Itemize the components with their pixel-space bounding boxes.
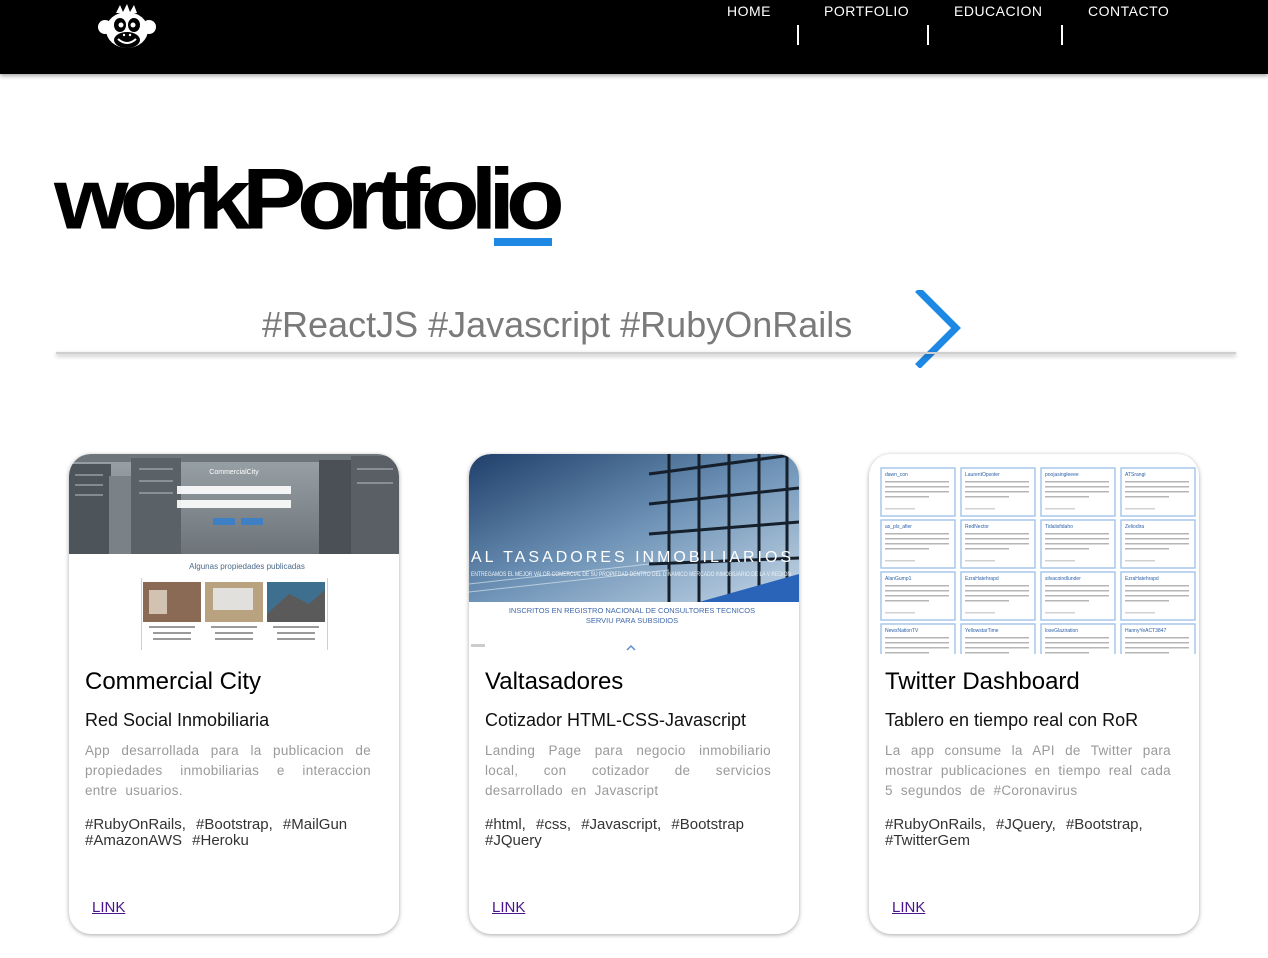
project-screenshot: dawn_con LaurentOpsoter poojasingleeee ATSr… — [869, 454, 1199, 654]
tweet-username: YellowstarTime — [965, 628, 999, 634]
project-description: La app consume la API de Twitter para mo… — [885, 743, 1171, 798]
tweet-card: LaurentOpsoter — [960, 467, 1036, 517]
project-link[interactable]: LINK — [92, 899, 125, 916]
tweet-username: RedNector — [965, 524, 989, 530]
screenshot-tagline: ENTREGAMOS EL MEJOR VALOR COMERCIAL DE S… — [471, 571, 791, 578]
project-title: Valtasadores — [485, 668, 624, 695]
tweet-card: RedNector — [960, 519, 1036, 569]
project-card-valtasadores: AL TASADORES INMOBILIARIOS ENTREGAMOS EL… — [469, 454, 799, 934]
tweet-card: as_pls_afier — [880, 519, 956, 569]
screenshot-caption-1: INSCRITOS EN REGISTRO NACIONAL DE CONSUL… — [509, 606, 755, 615]
tweet-username: LaurentOpsoter — [965, 472, 1000, 478]
screenshot-heading: Algunas propiedades publicadas — [189, 562, 305, 571]
tweet-username: HannyYeACT3847 — [1125, 628, 1166, 634]
project-tags: #RubyOnRails, #JQuery, #Bootstrap, #Twit… — [885, 816, 1143, 849]
project-title: Commercial City — [85, 668, 262, 695]
project-link[interactable]: LINK — [492, 899, 525, 916]
tweet-username: as_pls_afier — [885, 524, 912, 530]
screenshot-brand: CommercialCity — [209, 469, 259, 476]
chevron-right-icon[interactable] — [914, 287, 966, 369]
project-subtitle: Cotizador HTML-CSS-Javascript — [485, 710, 747, 730]
nav-divider — [927, 25, 929, 45]
project-tags: #html, #css, #Javascript, #Bootstrap #JQ… — [485, 816, 744, 849]
tweet-card: ATSrangi — [1120, 467, 1196, 517]
project-screenshot: CommercialCity Algunas propiedades publi… — [69, 454, 399, 654]
nav-divider — [797, 25, 799, 45]
tweet-card: Tidalisfidaho — [1040, 519, 1116, 569]
tweet-card: dawn_con — [880, 467, 956, 517]
tweet-username: dawn_con — [885, 472, 908, 478]
tweet-username: Zeliodira — [1125, 524, 1144, 530]
tweet-card: EzraHatehrapd — [960, 571, 1036, 621]
tweet-username: EzraHatehrapd — [1125, 576, 1159, 582]
tweet-card: poojasingleeee — [1040, 467, 1116, 517]
screenshot-banner: AL TASADORES INMOBILIARIOS — [471, 549, 794, 566]
tweet-card: AlanGump1 — [880, 571, 956, 621]
project-card-commercial-city: CommercialCity Algunas propiedades publi… — [69, 454, 399, 934]
monkey-logo-icon[interactable] — [96, 3, 158, 55]
title-cursor-underscore — [494, 238, 552, 246]
tweet-username: silvacoindlunder — [1045, 576, 1081, 582]
tweet-username: poojasingleeee — [1045, 472, 1079, 478]
project-tags: #RubyOnRails, #Bootstrap, #MailGun #Amaz… — [85, 816, 348, 849]
tweet-card: NewsNationTV — [880, 623, 956, 654]
tweet-username: loseGlaziration — [1045, 628, 1078, 634]
tweet-username: ATSrangi — [1125, 472, 1145, 478]
carousel-tags-text: #ReactJS #Javascript #RubyOnRails — [262, 304, 853, 345]
tweet-card: Zeliodira — [1120, 519, 1196, 569]
project-description: Landing Page para negocio inmobiliario l… — [485, 743, 771, 798]
project-description: App desarrollada para la publicacion de … — [85, 743, 371, 798]
project-screenshot: AL TASADORES INMOBILIARIOS ENTREGAMOS EL… — [469, 454, 799, 654]
tweet-username: EzraHatehrapd — [965, 576, 999, 582]
tweet-card: loseGlaziration — [1040, 623, 1116, 654]
tweet-username: AlanGump1 — [885, 576, 912, 582]
nav-contacto[interactable]: CONTACTO — [1088, 0, 1169, 22]
tweet-username: NewsNationTV — [885, 628, 919, 634]
screenshot-caption-2: SERVIU PARA SUBSIDIOS — [586, 616, 678, 625]
top-navbar: HOME PORTFOLIO EDUCACION CONTACTO — [0, 0, 1268, 74]
nav-divider — [1061, 25, 1063, 45]
tweet-card: silvacoindlunder — [1040, 571, 1116, 621]
nav-portfolio[interactable]: PORTFOLIO — [824, 0, 909, 22]
tech-carousel: #ReactJS #Javascript #RubyOnRails — [56, 287, 1236, 369]
project-subtitle: Tablero en tiempo real con RoR — [885, 710, 1139, 730]
tweet-username: Tidalisfidaho — [1045, 524, 1073, 530]
tweet-card: YellowstarTime — [960, 623, 1036, 654]
page-title: workPortfolio — [54, 150, 565, 248]
project-card-twitter-dashboard: dawn_con LaurentOpsoter poojasingleeee ATSr… — [869, 454, 1199, 934]
project-subtitle: Red Social Inmobiliaria — [85, 710, 270, 730]
project-title: Twitter Dashboard — [885, 668, 1080, 695]
nav-educacion[interactable]: EDUCACION — [954, 0, 1043, 22]
nav-home[interactable]: HOME — [727, 0, 771, 22]
tweet-card: EzraHatehrapd — [1120, 571, 1196, 621]
tweet-card: HannyYeACT3847 — [1120, 623, 1196, 654]
carousel-divider — [56, 352, 1236, 354]
project-link[interactable]: LINK — [892, 899, 925, 916]
